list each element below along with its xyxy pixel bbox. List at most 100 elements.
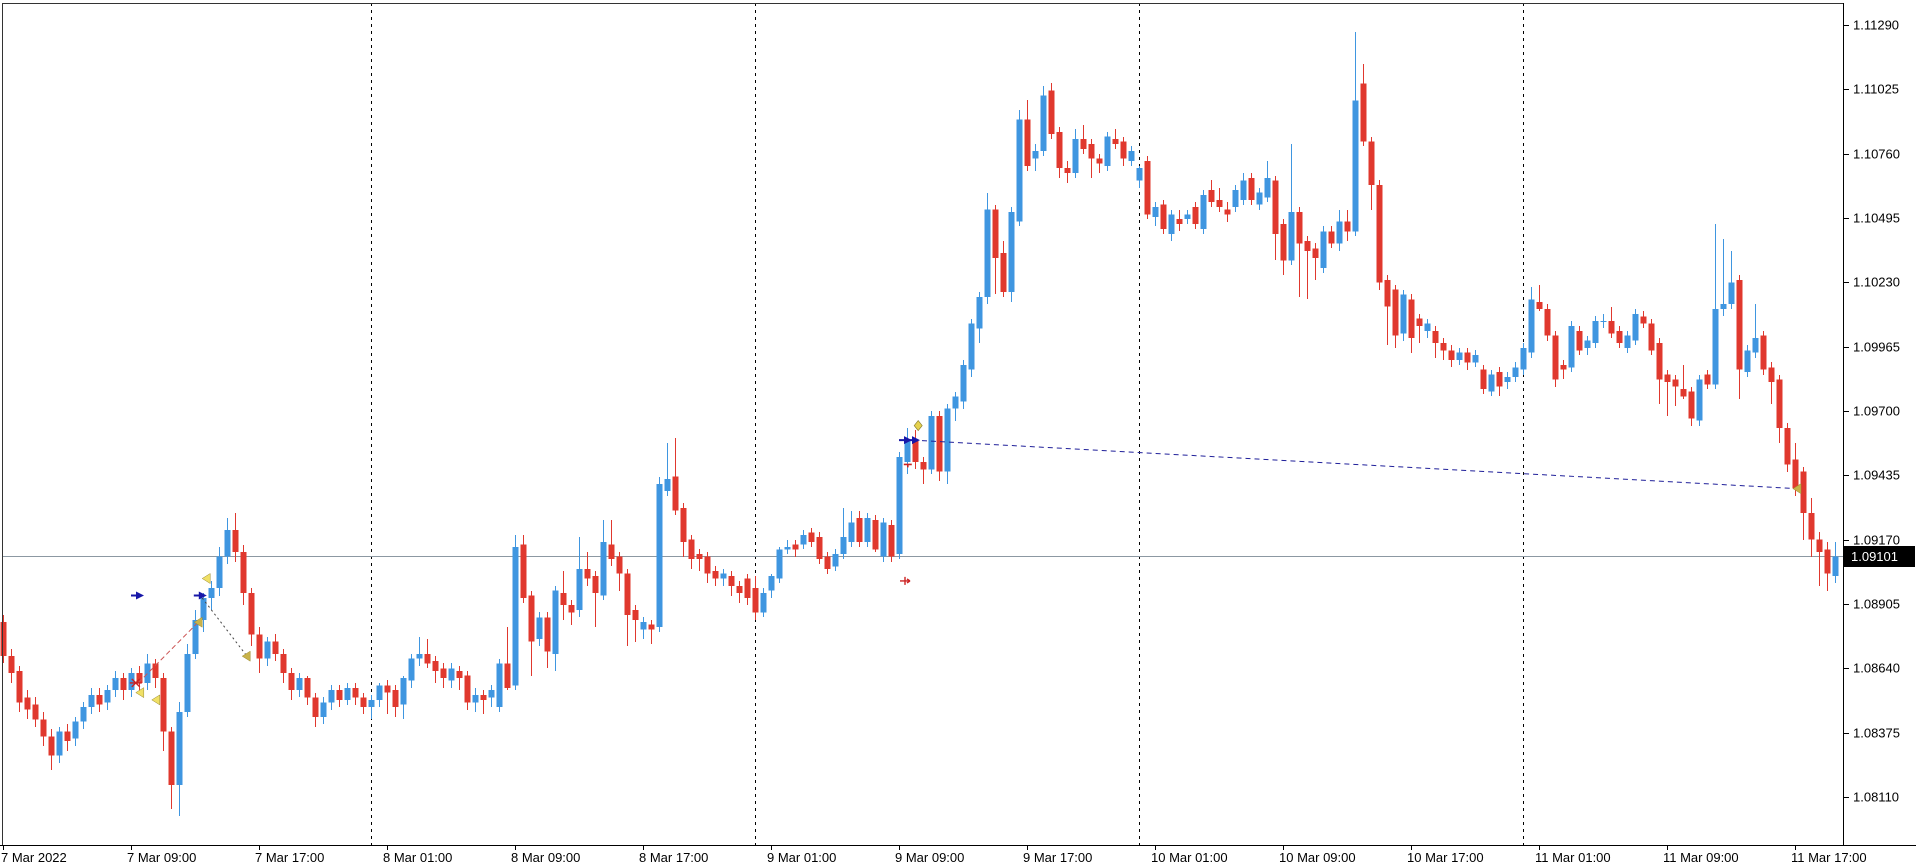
candle-body — [1816, 539, 1823, 552]
price-tick-label: 1.09700 — [1853, 404, 1900, 419]
time-tick-label: 7 Mar 09:00 — [127, 850, 196, 865]
bear-candle — [1216, 188, 1223, 212]
bull-candle — [328, 685, 335, 710]
candle-body — [416, 653, 423, 659]
candle-body — [1624, 335, 1631, 348]
candle-body — [760, 593, 767, 613]
time-tick-label: 9 Mar 09:00 — [895, 850, 964, 865]
bear-candle — [1064, 161, 1071, 183]
candle-body — [920, 461, 927, 470]
bear-candle — [48, 729, 55, 770]
bear-candle — [1280, 219, 1287, 275]
candle-body — [480, 695, 487, 700]
candle-body — [1392, 289, 1399, 336]
candle-body — [384, 685, 391, 693]
left-triangle-marker — [201, 573, 211, 584]
bull-candle — [400, 676, 407, 719]
bear-candle — [1208, 180, 1215, 207]
candle-body — [1632, 313, 1639, 341]
candle-body — [608, 544, 615, 560]
bear-candle — [1272, 176, 1279, 260]
bear-candle — [360, 693, 367, 714]
bear-candle — [1560, 360, 1567, 379]
price-axis[interactable]: 1.11290 1.11025 1.10760 1.10495 1.10230 1.099… — [1843, 18, 1900, 805]
bear-candle — [584, 552, 591, 586]
bear-candle — [912, 430, 919, 469]
candle-body — [1088, 143, 1095, 159]
buy-arrow-marker — [131, 591, 144, 600]
candle-body — [952, 396, 959, 409]
bull-candle — [1008, 207, 1015, 302]
candle-body — [1224, 209, 1231, 215]
bull-candle — [72, 717, 79, 746]
candle-body — [168, 731, 175, 785]
bear-candle — [1416, 314, 1423, 343]
candle-body — [1440, 343, 1447, 351]
candle-body — [1112, 139, 1119, 144]
bear-candle — [560, 571, 567, 620]
bull-candle — [952, 392, 959, 421]
candle-body — [976, 296, 983, 329]
bear-candle — [1056, 127, 1063, 178]
bear-candle — [1368, 137, 1375, 210]
candle-body — [1168, 214, 1175, 234]
bear-candle — [1160, 200, 1167, 234]
candle-body — [288, 673, 295, 691]
candle-body — [784, 546, 791, 550]
candle-body — [88, 695, 95, 708]
bull-candle — [784, 540, 791, 554]
bear-candle — [0, 615, 7, 663]
bear-candle — [648, 620, 655, 644]
close-triangle-icon — [201, 573, 211, 584]
time-axis[interactable]: 7 Mar 2022 7 Mar 09:00 7 Mar 17:00 8 Mar 01… — [1, 845, 1867, 865]
candle-body — [1192, 207, 1199, 225]
bull-candle — [1624, 331, 1631, 353]
bear-candle — [1224, 202, 1231, 222]
bear-candle — [1328, 226, 1335, 248]
candle-body — [176, 712, 183, 785]
candle-body — [1264, 177, 1271, 198]
candle-body — [1704, 374, 1711, 385]
bear-candle — [1824, 542, 1831, 591]
bull-candle — [640, 617, 647, 639]
candle-body — [1368, 141, 1375, 186]
price-tick-label: 1.11025 — [1853, 82, 1899, 97]
bear-candle — [736, 581, 743, 603]
bull-candle — [1040, 86, 1047, 156]
candle-body — [208, 588, 215, 598]
candle-body — [528, 595, 535, 642]
candle-body — [200, 597, 207, 620]
bear-candle — [872, 515, 879, 552]
candlestick-chart-surface[interactable]: 1.11290 1.11025 1.10760 1.10495 1.10230 1.099… — [0, 0, 1916, 866]
price-tick-label: 1.10760 — [1853, 147, 1900, 162]
candle-body — [224, 529, 231, 557]
candle-body — [1072, 139, 1079, 174]
candle-body — [56, 731, 63, 756]
candle-body — [1536, 301, 1543, 310]
candle-body — [944, 408, 951, 472]
buy-arrow-icon — [131, 591, 144, 600]
bear-candle — [1544, 304, 1551, 341]
time-tick-label: 8 Mar 17:00 — [639, 850, 708, 865]
candle-body — [352, 687, 359, 698]
candle-body — [1360, 83, 1367, 142]
candle-body — [1832, 556, 1839, 577]
bull-candle — [968, 319, 975, 377]
candle-body — [1488, 374, 1495, 392]
candle-body — [704, 556, 711, 574]
bull-candle — [1240, 173, 1247, 205]
candle-body — [1232, 190, 1239, 208]
candle-body — [8, 656, 15, 674]
bear-candle — [744, 574, 751, 605]
candle-body — [464, 675, 471, 703]
candle-body — [840, 537, 847, 555]
left-triangle-marker — [241, 650, 251, 662]
candle-body — [720, 573, 727, 579]
candle-body — [600, 542, 607, 596]
bull-candle — [1264, 161, 1271, 202]
candle-body — [296, 678, 303, 691]
bull-candle — [552, 586, 559, 671]
candle-body — [968, 323, 975, 370]
candle-body — [80, 707, 87, 722]
candle-body — [1024, 119, 1031, 166]
